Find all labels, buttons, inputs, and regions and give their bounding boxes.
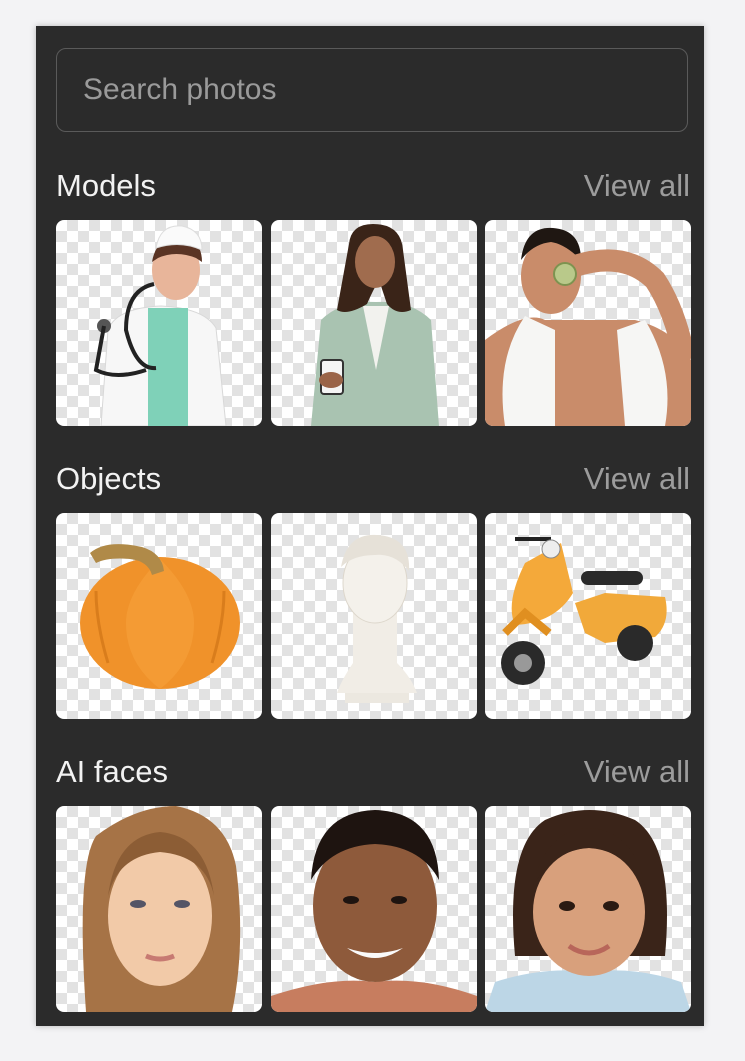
section-title: AI faces xyxy=(56,754,168,789)
man-with-cucumber-photo[interactable] xyxy=(485,220,691,426)
section-models: Models View all xyxy=(56,158,691,426)
view-all-models-link[interactable]: View all xyxy=(584,168,690,204)
pumpkin-photo[interactable] xyxy=(56,513,262,719)
ai-faces-grid xyxy=(56,806,691,1012)
models-grid xyxy=(56,220,691,426)
woman-in-blazer-photo[interactable] xyxy=(271,220,477,426)
child-doctor-photo[interactable] xyxy=(56,220,262,426)
girl-face-photo[interactable] xyxy=(485,806,691,1012)
search-input[interactable] xyxy=(57,49,687,131)
section-header: Objects View all xyxy=(56,451,690,507)
section-title: Models xyxy=(56,168,156,203)
view-all-objects-link[interactable]: View all xyxy=(584,461,690,497)
bust-statue-photo[interactable] xyxy=(271,513,477,719)
man-face-photo[interactable] xyxy=(271,806,477,1012)
photo-browser-panel: Models View all xyxy=(36,26,704,1026)
woman-face-photo[interactable] xyxy=(56,806,262,1012)
objects-grid xyxy=(56,513,691,719)
section-ai-faces: AI faces View all xyxy=(56,744,691,1012)
section-header: AI faces View all xyxy=(56,744,690,800)
section-title: Objects xyxy=(56,461,162,496)
section-objects: Objects View all xyxy=(56,451,691,719)
search-box[interactable] xyxy=(56,48,688,132)
section-header: Models View all xyxy=(56,158,690,214)
view-all-ai-faces-link[interactable]: View all xyxy=(584,754,690,790)
scooter-photo[interactable] xyxy=(485,513,691,719)
